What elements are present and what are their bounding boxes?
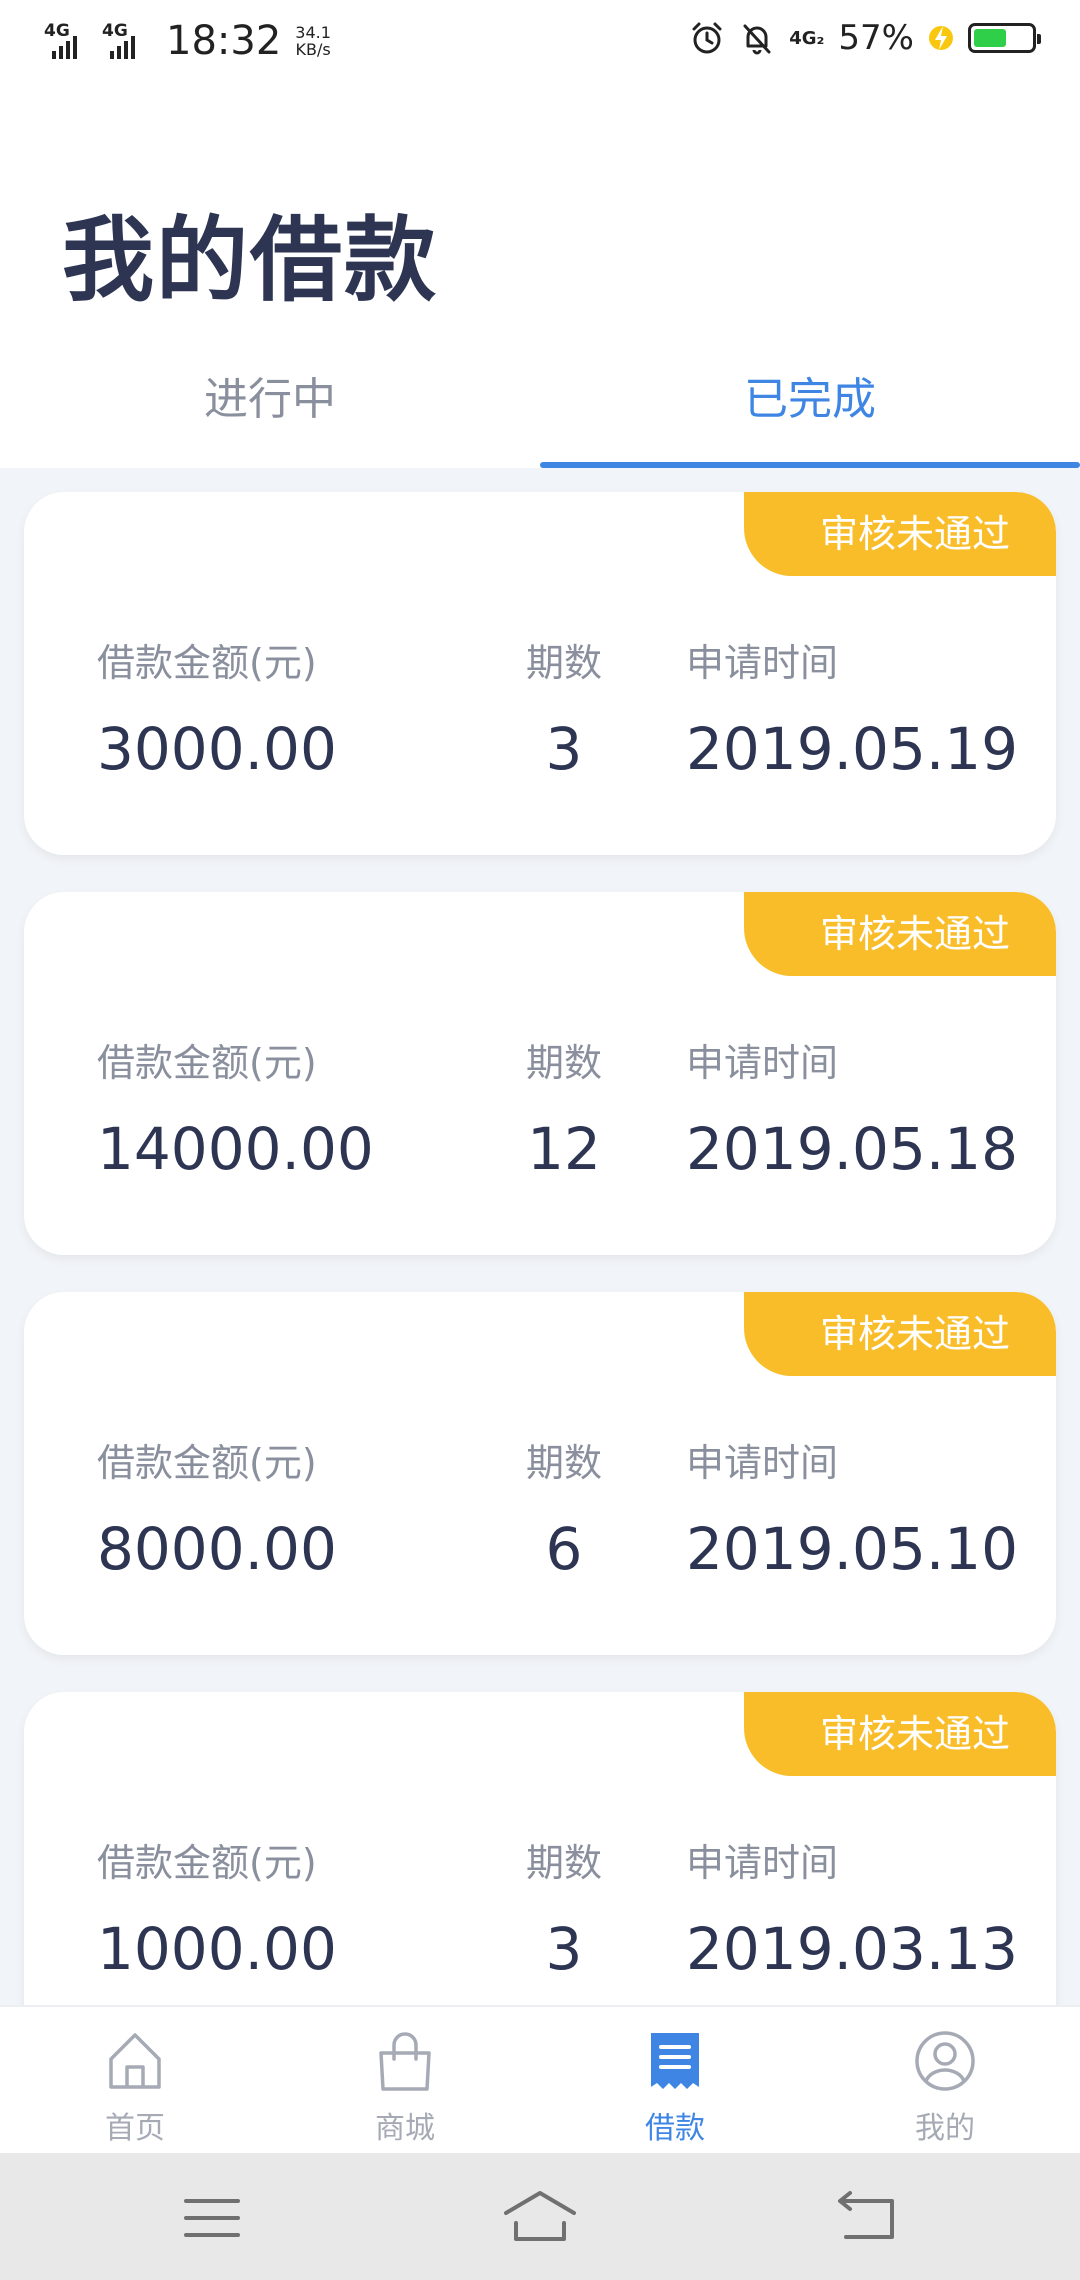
term-column: 期数 6 [464,1432,664,1583]
amount-column: 借款金额(元) 3000.00 [97,632,337,783]
date-label: 申请时间 [686,1441,839,1485]
document-icon [651,2033,699,2089]
network-speed: 34.1 KB/s [295,24,331,58]
amount-label: 借款金额(元) [97,1441,317,1485]
status-badge: 审核未通过 [744,1692,1056,1776]
status-badge: 审核未通过 [744,492,1056,576]
alarm-icon [692,22,722,54]
term-value: 6 [545,1515,583,1583]
term-value: 3 [545,715,583,783]
date-label: 申请时间 [686,1841,839,1885]
amount-value: 14000.00 [97,1115,374,1183]
date-column: 申请时间 2019.05.18 [686,1032,1018,1183]
tab-completed[interactable]: 已完成 [540,340,1080,468]
menu-icon[interactable] [172,2183,252,2253]
date-value: 2019.05.19 [686,715,1019,783]
clock: 18:32 [166,18,282,64]
term-label: 期数 [525,1841,602,1885]
amount-column: 借款金额(元) 8000.00 [97,1432,337,1583]
speed-unit: KB/s [295,40,331,59]
loan-list[interactable]: 审核未通过 借款金额(元) 3000.00 期数 3 申请时间 2019.05.… [0,468,1080,2005]
home-icon [109,2033,161,2089]
status-badge: 审核未通过 [744,1292,1056,1376]
tab-bar: 进行中 已完成 [0,340,1080,468]
term-label: 期数 [525,1041,602,1085]
amount-value: 3000.00 [97,715,337,783]
date-column: 申请时间 2019.03.13 [686,1832,1018,1983]
bottom-nav: 首页 商城 借款 我的 [0,2005,1080,2155]
nav-mall[interactable]: 商城 [270,2007,540,2155]
signal-2-icon: 4G [102,21,150,61]
term-column: 期数 12 [464,1032,664,1183]
term-column: 期数 3 [464,632,664,783]
date-value: 2019.03.13 [686,1915,1019,1983]
term-value: 3 [545,1915,583,1983]
date-value: 2019.05.18 [686,1115,1019,1183]
status-badge: 审核未通过 [744,892,1056,976]
back-icon[interactable] [828,2183,908,2253]
amount-label: 借款金额(元) [97,1041,317,1085]
term-label: 期数 [525,1441,602,1485]
tab-in-progress[interactable]: 进行中 [0,340,540,468]
page-title: 我的借款 [62,207,439,314]
home-button-icon[interactable] [500,2183,580,2253]
battery-fill [974,29,1006,47]
speed-value: 34.1 [295,23,331,42]
battery-percent: 57% [838,18,914,58]
date-column: 申请时间 2019.05.19 [686,632,1018,783]
amount-value: 8000.00 [97,1515,337,1583]
loan-card[interactable]: 审核未通过 借款金额(元) 3000.00 期数 3 申请时间 2019.05.… [24,492,1056,855]
term-label: 期数 [525,641,602,685]
loan-card[interactable]: 审核未通过 借款金额(元) 1000.00 期数 3 申请时间 2019.03.… [24,1692,1056,2005]
charging-bolt-icon [929,26,953,50]
term-value: 12 [527,1115,601,1183]
mute-bell-icon [743,24,771,55]
date-column: 申请时间 2019.05.10 [686,1432,1018,1583]
nav-mall-label: 商城 [375,2111,435,2146]
status-bar: 4G 4G 18:32 34.1 KB/s 4G₂ 57% [0,0,1080,86]
date-label: 申请时间 [686,641,839,685]
nav-loan[interactable]: 借款 [540,2007,810,2155]
battery-icon [968,23,1041,53]
loan-card[interactable]: 审核未通过 借款金额(元) 14000.00 期数 12 申请时间 2019.0… [24,892,1056,1255]
system-nav-bar [0,2153,1080,2280]
status-left: 4G 4G 18:32 34.1 KB/s [44,18,331,64]
nav-mine-label: 我的 [915,2111,975,2146]
user-icon [915,2031,975,2091]
nav-home[interactable]: 首页 [0,2007,270,2155]
amount-value: 1000.00 [97,1915,337,1983]
amount-column: 借款金额(元) 1000.00 [97,1832,337,1983]
signal-1-icon: 4G [44,21,92,61]
loan-card[interactable]: 审核未通过 借款金额(元) 8000.00 期数 6 申请时间 2019.05.… [24,1292,1056,1655]
nav-loan-label: 借款 [645,2111,705,2146]
nav-mine[interactable]: 我的 [810,2007,1080,2155]
date-value: 2019.05.10 [686,1515,1019,1583]
amount-label: 借款金额(元) [97,641,317,685]
date-label: 申请时间 [686,1041,839,1085]
shopping-bag-icon [379,2032,431,2091]
amount-label: 借款金额(元) [97,1841,317,1885]
term-column: 期数 3 [464,1832,664,1983]
amount-column: 借款金额(元) 14000.00 [97,1032,374,1183]
status-right: 4G₂ 57% [689,18,1041,58]
volte-indicator: 4G₂ [789,27,825,49]
nav-home-label: 首页 [105,2111,165,2146]
